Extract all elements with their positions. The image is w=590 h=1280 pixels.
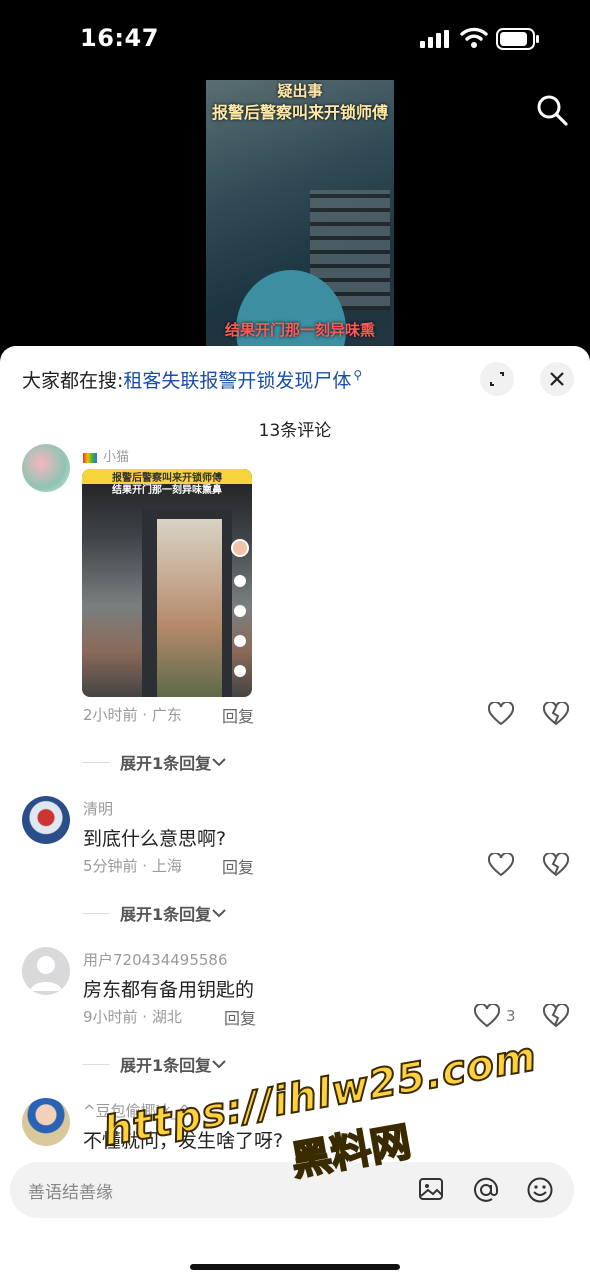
wifi-icon (460, 27, 488, 48)
comment-input-placeholder[interactable]: 善语结善缘 (28, 1178, 113, 1203)
video-caption-bottom: 结果开门那一刻异味熏 (224, 321, 375, 339)
comment-meta: 9小时前 · 湖北 (83, 1008, 182, 1026)
default-avatar-icon (30, 956, 62, 991)
expand-replies[interactable]: 展开1条回复 (82, 750, 227, 774)
expand-replies-label: 展开1条回复 (120, 754, 212, 773)
like-count: 3 (506, 1007, 516, 1025)
video-preview[interactable]: 疑出事 报警后警察叫来开锁师傅 结果开门那一刻异味熏 (206, 80, 394, 348)
comment-count: 13条评论 (258, 421, 332, 441)
chevron-down-icon (212, 909, 226, 918)
avatar[interactable] (22, 444, 70, 492)
hot-search-query[interactable]: 租客失联报警开锁发现尸体 (123, 370, 351, 392)
chevron-down-icon (212, 758, 226, 767)
close-button[interactable] (540, 362, 574, 396)
expand-replies-label: 展开1条回复 (120, 1056, 212, 1075)
avatar[interactable] (22, 796, 70, 844)
dislike-icon[interactable] (543, 1004, 569, 1028)
status-time: 16:47 (80, 24, 159, 52)
comment-text: 到底什么意思啊? (83, 828, 227, 850)
comment-meta: 5分钟前 · 上海 (83, 857, 182, 875)
comment-image[interactable]: 报警后警察叫来开锁师傅 结果开门那一刻异味熏鼻 (82, 469, 252, 697)
image-caption-2: 结果开门那一刻异味熏鼻 (112, 485, 222, 496)
expand-icon (490, 372, 504, 386)
reply-button[interactable]: 回复 (222, 703, 254, 727)
heart-icon (488, 702, 514, 726)
reply-button[interactable]: 回复 (222, 854, 254, 878)
comment-username[interactable]: 用户720434495586 (83, 949, 228, 970)
heart-icon (488, 853, 514, 877)
chevron-down-icon (212, 1060, 226, 1069)
expand-replies[interactable]: 展开1条回复 (82, 1052, 227, 1076)
video-caption-main: 报警后警察叫来开锁师傅 (211, 103, 388, 122)
like-button[interactable]: 3 (474, 1004, 516, 1028)
expand-button[interactable] (480, 362, 514, 396)
search-small-icon: ⚲ (353, 368, 363, 382)
expand-replies[interactable]: 展开1条回复 (82, 901, 227, 925)
expand-replies-label: 展开1条回复 (120, 905, 212, 924)
home-indicator[interactable] (190, 1264, 400, 1270)
comment-meta: 2小时前 · 广东 (83, 706, 182, 724)
comment-text: 房东都有备用钥匙的 (83, 979, 255, 1001)
avatar[interactable] (22, 947, 70, 995)
cellular-signal-icon (420, 30, 449, 48)
avatar[interactable] (22, 1098, 70, 1146)
heart-icon (474, 1004, 500, 1028)
like-button[interactable] (488, 702, 520, 726)
divider (82, 761, 110, 763)
badge-icon (83, 452, 97, 463)
like-button[interactable] (488, 853, 520, 877)
dislike-icon[interactable] (543, 702, 569, 726)
divider (82, 912, 110, 914)
comment-username[interactable]: 清明 (83, 798, 113, 819)
close-icon (550, 372, 564, 386)
video-caption-top: 疑出事 (277, 82, 323, 100)
dislike-icon[interactable] (543, 853, 569, 877)
search-icon[interactable] (534, 92, 570, 128)
image-room (157, 519, 222, 697)
divider (82, 1063, 110, 1065)
status-bar: 16:47 (0, 0, 590, 80)
hot-search-prefix: 大家都在搜: (22, 370, 124, 392)
comment-username[interactable]: 小猫 (83, 446, 129, 465)
reply-button[interactable]: 回复 (224, 1005, 256, 1029)
hot-search-link[interactable]: 大家都在搜:租客失联报警开锁发现尸体 ⚲ (22, 366, 362, 393)
image-side-icons (231, 539, 249, 677)
battery-icon (496, 28, 539, 50)
watermark-name: 黑料网 (287, 1118, 415, 1186)
